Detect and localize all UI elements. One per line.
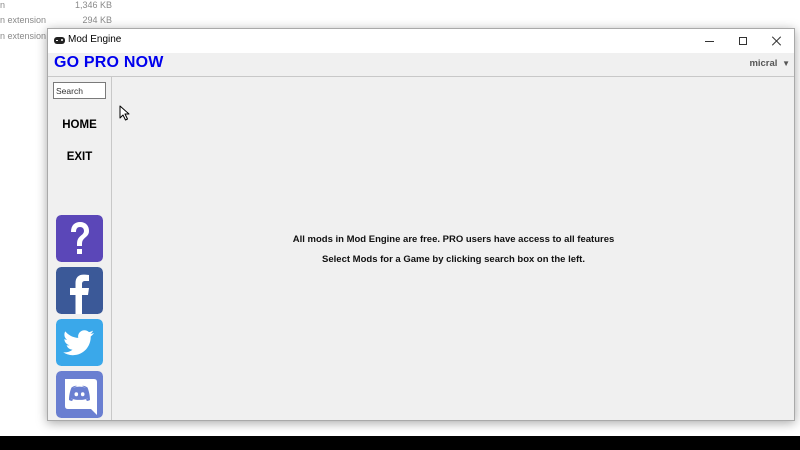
gamepad-icon xyxy=(54,37,65,44)
mouse-cursor-icon xyxy=(119,105,130,121)
file-type: n extension xyxy=(0,31,47,41)
nav-exit[interactable]: EXIT xyxy=(48,151,111,163)
mod-engine-window: Mod Engine GO PRO NOW micral ▼ HOME EXIT xyxy=(47,28,795,421)
nav-home[interactable]: HOME xyxy=(48,119,111,131)
maximize-icon xyxy=(739,37,747,45)
header-bar: GO PRO NOW micral ▼ xyxy=(48,53,794,77)
user-menu[interactable]: micral ▼ xyxy=(749,58,790,69)
main-content: All mods in Mod Engine are free. PRO use… xyxy=(113,77,794,420)
file-size: 1,346 KB xyxy=(74,0,112,10)
search-input[interactable] xyxy=(53,82,106,99)
facebook-button[interactable] xyxy=(56,267,103,314)
close-button[interactable] xyxy=(760,29,794,53)
instruction-message: Select Mods for a Game by clicking searc… xyxy=(322,254,585,265)
file-type: n xyxy=(0,0,6,10)
window-title: Mod Engine xyxy=(68,34,122,45)
discord-button[interactable] xyxy=(56,371,103,418)
twitter-button[interactable] xyxy=(56,319,103,366)
help-icon xyxy=(56,215,103,262)
maximize-button[interactable] xyxy=(726,29,760,53)
chevron-down-icon: ▼ xyxy=(782,59,790,68)
info-message: All mods in Mod Engine are free. PRO use… xyxy=(292,234,615,245)
taskbar xyxy=(0,436,800,450)
username: micral xyxy=(749,58,778,69)
sidebar: HOME EXIT xyxy=(48,77,112,420)
close-icon xyxy=(772,36,782,46)
minimize-button[interactable] xyxy=(692,29,726,53)
twitter-icon xyxy=(56,319,103,366)
file-type: n extension xyxy=(0,15,47,25)
file-size: 294 KB xyxy=(82,15,112,25)
minimize-icon xyxy=(704,40,714,42)
background-file-row: n extension 294 KB xyxy=(0,15,120,29)
title-bar[interactable]: Mod Engine xyxy=(48,29,794,53)
go-pro-link[interactable]: GO PRO NOW xyxy=(54,54,164,72)
facebook-icon xyxy=(56,267,103,314)
discord-icon xyxy=(56,371,103,418)
help-button[interactable] xyxy=(56,215,103,262)
background-file-row: n 1,346 KB xyxy=(0,0,120,14)
